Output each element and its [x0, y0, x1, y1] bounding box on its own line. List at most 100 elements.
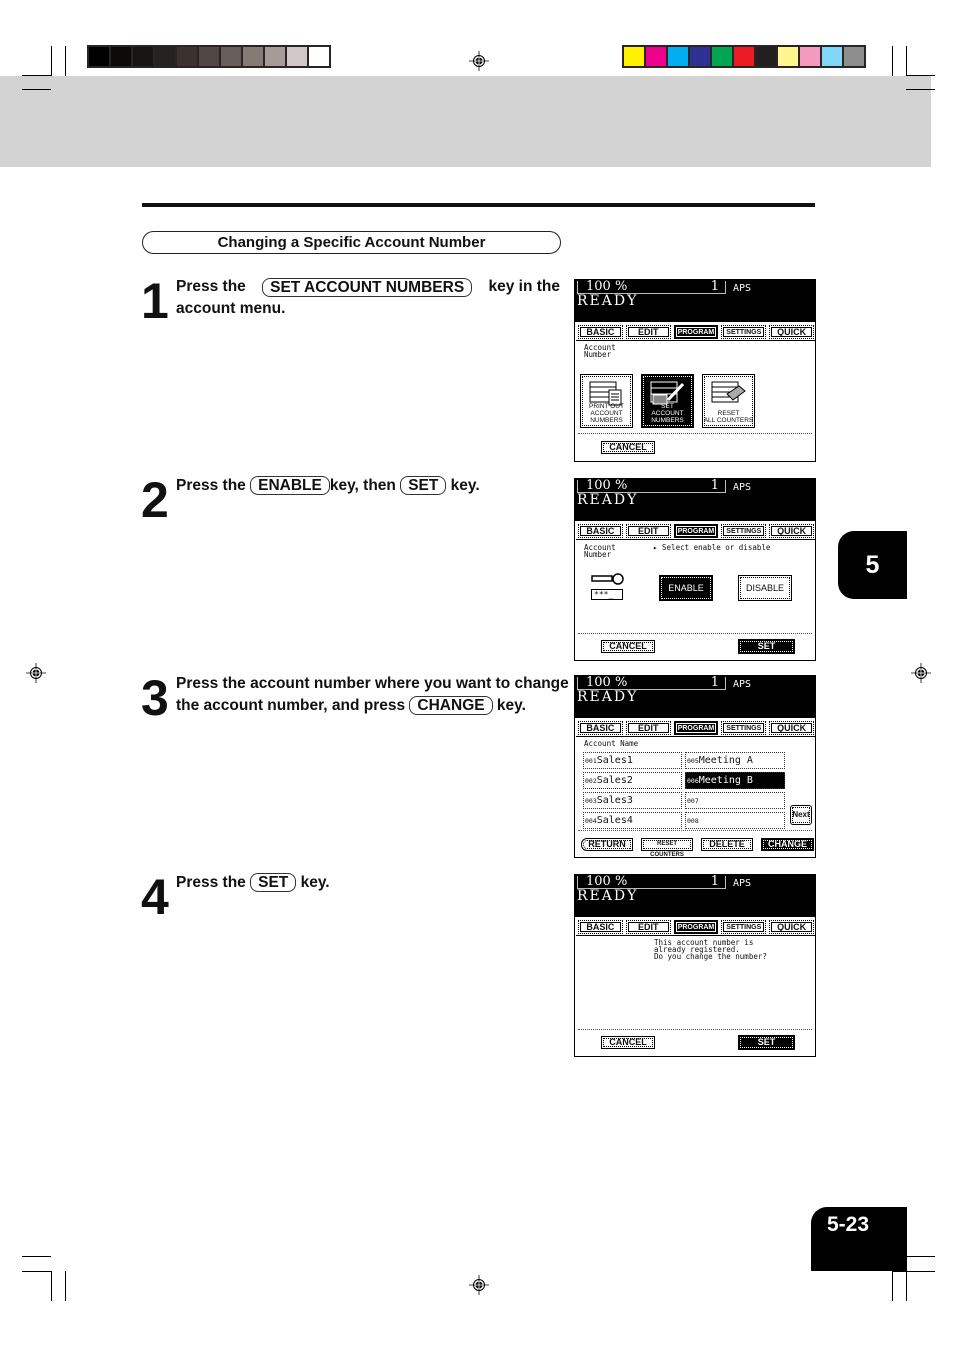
tab-settings[interactable]: SETTINGS: [721, 325, 767, 339]
account-entry[interactable]: 003Sales3: [583, 792, 682, 809]
color-swatch: [221, 47, 241, 66]
tab-basic[interactable]: BASIC: [578, 721, 623, 735]
tab-settings[interactable]: SETTINGS: [721, 524, 767, 538]
status-display: 100 % 1 APS READY: [575, 280, 815, 322]
color-swatch: [309, 47, 329, 66]
step-instruction: Press the account number where you want …: [176, 673, 569, 717]
tab-program[interactable]: PROGRAM: [673, 920, 719, 934]
step-text: Press the: [176, 874, 246, 891]
set-button[interactable]: SET: [738, 639, 795, 654]
set-button[interactable]: SET: [738, 1035, 795, 1050]
color-swatch: [243, 47, 263, 66]
return-button[interactable]: RETURN: [581, 838, 633, 851]
tab-quick[interactable]: QUICK: [769, 721, 814, 735]
step-text: Press the account number where you want …: [176, 675, 569, 692]
color-swatch: [624, 47, 644, 66]
header-gray-band: [0, 76, 931, 167]
key-icon: [591, 573, 624, 585]
account-entry[interactable]: 001Sales1: [583, 752, 682, 769]
step-instruction: Press the SET key.: [176, 872, 330, 894]
touch-panel-account-menu: 100 % 1 APS READY BASIC EDIT PROGRAM SETTINGS QU…: [574, 279, 816, 462]
zoom-value: 100 %: [586, 675, 628, 690]
delete-button[interactable]: DELETE: [701, 838, 753, 851]
tab-edit[interactable]: EDIT: [625, 524, 671, 538]
account-entry[interactable]: 004Sales4: [583, 812, 682, 829]
print-out-account-numbers-button[interactable]: PRINT OUT ACCOUNT NUMBERS: [580, 374, 633, 428]
step-text: key.: [300, 874, 330, 891]
button-caption: ACCOUNT NUMBERS: [590, 410, 623, 424]
paper-mode: APS: [733, 878, 752, 889]
button-caption: SET: [661, 403, 674, 410]
chapter-tab: 5: [838, 531, 907, 599]
step-text: key, then: [329, 477, 396, 494]
tab-basic[interactable]: BASIC: [578, 920, 623, 934]
crop-mark: [892, 1271, 893, 1301]
tab-quick[interactable]: QUICK: [769, 524, 814, 538]
crop-mark: [893, 1271, 935, 1272]
crop-mark: [65, 1271, 66, 1301]
account-entry[interactable]: 002Sales2: [583, 772, 682, 789]
section-title: Changing a Specific Account Number: [142, 231, 561, 254]
color-swatch: [133, 47, 153, 66]
next-page-button[interactable]: Next: [790, 805, 812, 825]
crop-mark: [22, 89, 51, 90]
tab-basic[interactable]: BASIC: [578, 325, 623, 339]
account-name: Sales1: [596, 755, 633, 766]
account-entry[interactable]: 008: [685, 812, 785, 829]
tab-edit[interactable]: EDIT: [625, 920, 671, 934]
tab-program[interactable]: PROGRAM: [673, 524, 719, 538]
registration-mark-icon: [26, 663, 46, 683]
crop-mark: [906, 1256, 935, 1257]
account-name: Sales2: [596, 775, 633, 786]
cancel-button[interactable]: CANCEL: [601, 441, 655, 454]
account-entry[interactable]: 006Meeting B: [685, 772, 785, 789]
color-swatch: [287, 47, 307, 66]
tab-program[interactable]: PROGRAM: [673, 325, 719, 339]
tab-settings[interactable]: SETTINGS: [721, 721, 767, 735]
tab-settings[interactable]: SETTINGS: [721, 920, 767, 934]
enable-button[interactable]: ENABLE: [659, 575, 713, 601]
change-button[interactable]: CHANGE: [761, 838, 814, 851]
crop-mark: [906, 89, 935, 90]
step-number: 1: [141, 273, 169, 329]
touch-panel-enable-disable: 100 % 1 APS READY BASIC EDIT PROGRAM SETTINGS QU…: [574, 478, 816, 661]
tab-edit[interactable]: EDIT: [625, 325, 671, 339]
tab-program[interactable]: PROGRAM: [673, 721, 719, 735]
tab-quick[interactable]: QUICK: [769, 920, 814, 934]
reset-all-counters-button[interactable]: RESET ALL COUNTERS: [702, 374, 755, 428]
account-number: 002: [585, 777, 597, 785]
set-account-numbers-button[interactable]: SET ACCOUNT NUMBERS: [641, 374, 694, 428]
step-text: Press the: [176, 278, 246, 295]
cancel-button[interactable]: CANCEL: [601, 1036, 655, 1049]
crop-mark: [51, 1271, 52, 1301]
step-text: the account number, and press: [176, 697, 406, 714]
registration-mark-icon: [469, 1275, 489, 1295]
tab-quick[interactable]: QUICK: [769, 325, 814, 339]
confirmation-message: This account number is already registere…: [654, 939, 767, 961]
zoom-value: 100 %: [586, 874, 628, 889]
account-entry[interactable]: 007: [685, 792, 785, 809]
account-entry[interactable]: 005Meeting A: [685, 752, 785, 769]
paper-mode: APS: [733, 283, 752, 294]
prompt-text: ▸ Select enable or disable: [653, 543, 771, 552]
crop-mark: [65, 46, 66, 76]
color-swatch: [822, 47, 842, 66]
color-swatch: [646, 47, 666, 66]
divider: [578, 1029, 812, 1030]
cancel-button[interactable]: CANCEL: [601, 640, 655, 653]
machine-status: READY: [577, 293, 639, 309]
paper-mode: APS: [733, 679, 752, 690]
password-field[interactable]: ***_: [591, 589, 623, 600]
tab-basic[interactable]: BASIC: [578, 524, 623, 538]
divider: [578, 433, 812, 434]
color-swatch: [844, 47, 864, 66]
mode-tabs: BASIC EDIT PROGRAM SETTINGS QUICK: [576, 523, 816, 540]
tab-edit[interactable]: EDIT: [625, 721, 671, 735]
step-number: 2: [141, 472, 169, 528]
status-display: 100 % 1 APS READY: [575, 875, 815, 917]
reset-counters-button[interactable]: RESET COUNTERS: [641, 838, 693, 858]
disable-button[interactable]: DISABLE: [738, 575, 792, 601]
status-display: 100 % 1 APS READY: [575, 676, 815, 718]
color-swatch: [734, 47, 754, 66]
button-caption: PRINT OUT: [589, 403, 624, 410]
